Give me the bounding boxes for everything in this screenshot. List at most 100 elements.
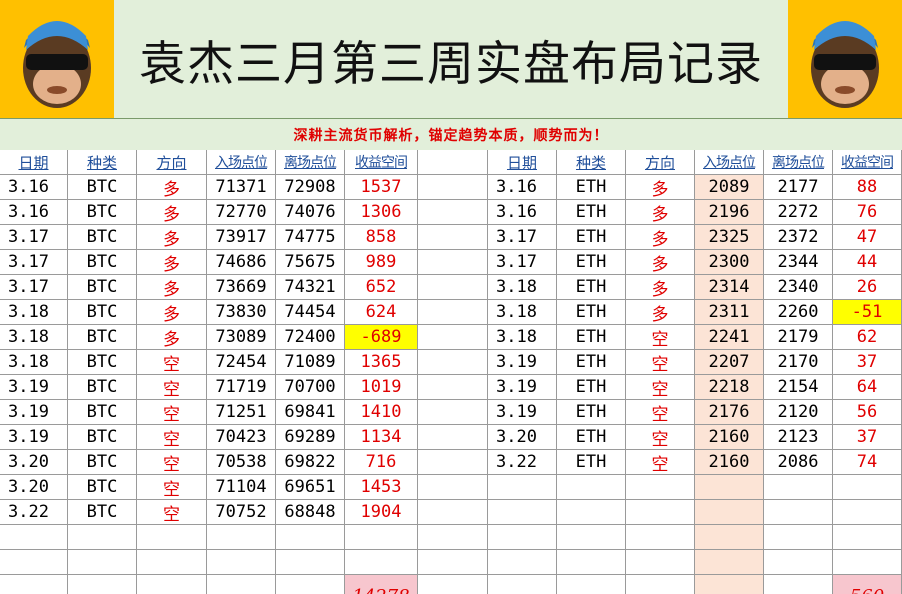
spacer-cell bbox=[418, 375, 488, 400]
spacer-cell bbox=[418, 500, 488, 525]
eth-exit-cell: 2344 bbox=[764, 250, 833, 275]
eth-entry-cell: 2218 bbox=[695, 375, 764, 400]
spacer-cell bbox=[418, 175, 488, 200]
btc-profit-cell: 989 bbox=[345, 250, 418, 275]
table-row: 3.19 BTC 空 71719 70700 1019 3.19 ETH 空 2218 2154 64 bbox=[0, 375, 902, 400]
empty-cell bbox=[764, 550, 833, 575]
btc-profit-cell: 1410 bbox=[345, 400, 418, 425]
empty-cell bbox=[695, 525, 764, 550]
btc-exit-cell: 69651 bbox=[276, 475, 345, 500]
btc-coin-cell: BTC bbox=[68, 450, 137, 475]
eth-profit-cell: 37 bbox=[833, 350, 902, 375]
table-row: 3.17 BTC 多 73669 74321 652 3.18 ETH 多 2314 2340 26 bbox=[0, 275, 902, 300]
btc-date-cell: 3.20 bbox=[0, 450, 68, 475]
btc-date-cell: 3.18 bbox=[0, 350, 68, 375]
empty-cell bbox=[207, 575, 276, 594]
eth-coin-cell: ETH bbox=[557, 275, 626, 300]
spacer-cell bbox=[418, 150, 488, 175]
empty-cell bbox=[488, 475, 557, 500]
eth-coin-cell: ETH bbox=[557, 200, 626, 225]
eth-exit-cell: 2260 bbox=[764, 300, 833, 325]
column-header: 日期 bbox=[488, 150, 557, 175]
btc-exit-cell: 74321 bbox=[276, 275, 345, 300]
eth-profit-cell: 47 bbox=[833, 225, 902, 250]
eth-entry-cell: 2325 bbox=[695, 225, 764, 250]
eth-date-cell: 3.18 bbox=[488, 300, 557, 325]
btc-coin-cell: BTC bbox=[68, 425, 137, 450]
btc-coin-cell: BTC bbox=[68, 250, 137, 275]
empty-cell bbox=[0, 525, 68, 550]
spacer-cell bbox=[418, 225, 488, 250]
column-header: 种类 bbox=[557, 150, 626, 175]
eth-dir-cell: 多 bbox=[626, 225, 695, 250]
btc-exit-cell: 72400 bbox=[276, 325, 345, 350]
empty-cell bbox=[68, 575, 137, 594]
spacer-cell bbox=[418, 425, 488, 450]
btc-entry-cell: 71104 bbox=[207, 475, 276, 500]
btc-dir-cell: 多 bbox=[137, 225, 207, 250]
btc-dir-cell: 多 bbox=[137, 250, 207, 275]
empty-cell bbox=[833, 475, 902, 500]
spacer-cell bbox=[418, 550, 488, 575]
eth-coin-cell: ETH bbox=[557, 400, 626, 425]
trade-table: 日期 种类 方向 入场点位 离场点位 收益空间 日期 种类 方向 入场点位 离场点位 收益空间 3.16… bbox=[0, 150, 902, 594]
eth-entry-cell: 2176 bbox=[695, 400, 764, 425]
spacer-cell bbox=[418, 350, 488, 375]
btc-dir-cell: 空 bbox=[137, 400, 207, 425]
empty-cell bbox=[764, 575, 833, 594]
btc-exit-cell: 74076 bbox=[276, 200, 345, 225]
empty-cell bbox=[345, 525, 418, 550]
btc-dir-cell: 空 bbox=[137, 475, 207, 500]
eth-exit-cell: 2272 bbox=[764, 200, 833, 225]
eth-coin-cell: ETH bbox=[557, 250, 626, 275]
column-header: 收益空间 bbox=[345, 150, 418, 175]
column-header: 入场点位 bbox=[207, 150, 276, 175]
btc-entry-cell: 71719 bbox=[207, 375, 276, 400]
empty-cell bbox=[695, 500, 764, 525]
btc-dir-cell: 多 bbox=[137, 325, 207, 350]
empty-cell bbox=[137, 550, 207, 575]
btc-coin-cell: BTC bbox=[68, 400, 137, 425]
btc-dir-cell: 多 bbox=[137, 275, 207, 300]
table-row: 3.17 BTC 多 73917 74775 858 3.17 ETH 多 2325 2372 47 bbox=[0, 225, 902, 250]
spacer-cell bbox=[418, 275, 488, 300]
eth-date-cell: 3.17 bbox=[488, 225, 557, 250]
header-banner: 袁杰三月第三周实盘布局记录 bbox=[0, 0, 902, 118]
empty-cell bbox=[557, 550, 626, 575]
eth-date-cell: 3.19 bbox=[488, 350, 557, 375]
empty-cell bbox=[276, 525, 345, 550]
monkey-sunglasses-icon bbox=[811, 21, 879, 108]
empty-cell bbox=[0, 575, 68, 594]
btc-profit-cell: 652 bbox=[345, 275, 418, 300]
eth-dir-cell: 多 bbox=[626, 250, 695, 275]
spacer-cell bbox=[418, 475, 488, 500]
btc-profit-cell: -689 bbox=[345, 325, 418, 350]
btc-coin-cell: BTC bbox=[68, 500, 137, 525]
eth-exit-cell: 2170 bbox=[764, 350, 833, 375]
table-row: 3.18 BTC 多 73830 74454 624 3.18 ETH 多 2311 2260 -51 bbox=[0, 300, 902, 325]
eth-date-cell: 3.20 bbox=[488, 425, 557, 450]
eth-entry-cell: 2196 bbox=[695, 200, 764, 225]
empty-cell bbox=[137, 525, 207, 550]
column-header: 离场点位 bbox=[276, 150, 345, 175]
empty-cell bbox=[833, 550, 902, 575]
page-title: 袁杰三月第三周实盘布局记录 bbox=[139, 36, 763, 92]
eth-exit-cell: 2123 bbox=[764, 425, 833, 450]
eth-date-cell: 3.22 bbox=[488, 450, 557, 475]
btc-entry-cell: 70538 bbox=[207, 450, 276, 475]
column-header: 种类 bbox=[68, 150, 137, 175]
eth-exit-cell: 2154 bbox=[764, 375, 833, 400]
btc-entry-cell: 74686 bbox=[207, 250, 276, 275]
btc-coin-cell: BTC bbox=[68, 300, 137, 325]
btc-date-cell: 3.16 bbox=[0, 175, 68, 200]
empty-cell bbox=[557, 475, 626, 500]
column-header: 离场点位 bbox=[764, 150, 833, 175]
btc-profit-cell: 1134 bbox=[345, 425, 418, 450]
btc-dir-cell: 空 bbox=[137, 375, 207, 400]
btc-date-cell: 3.16 bbox=[0, 200, 68, 225]
empty-cell bbox=[137, 575, 207, 594]
eth-date-cell: 3.18 bbox=[488, 325, 557, 350]
table-row: 3.18 BTC 空 72454 71089 1365 3.19 ETH 空 2207 2170 37 bbox=[0, 350, 902, 375]
table-header-row: 日期 种类 方向 入场点位 离场点位 收益空间 日期 种类 方向 入场点位 离场点位 收益空间 bbox=[0, 150, 902, 175]
empty-cell bbox=[695, 575, 764, 594]
